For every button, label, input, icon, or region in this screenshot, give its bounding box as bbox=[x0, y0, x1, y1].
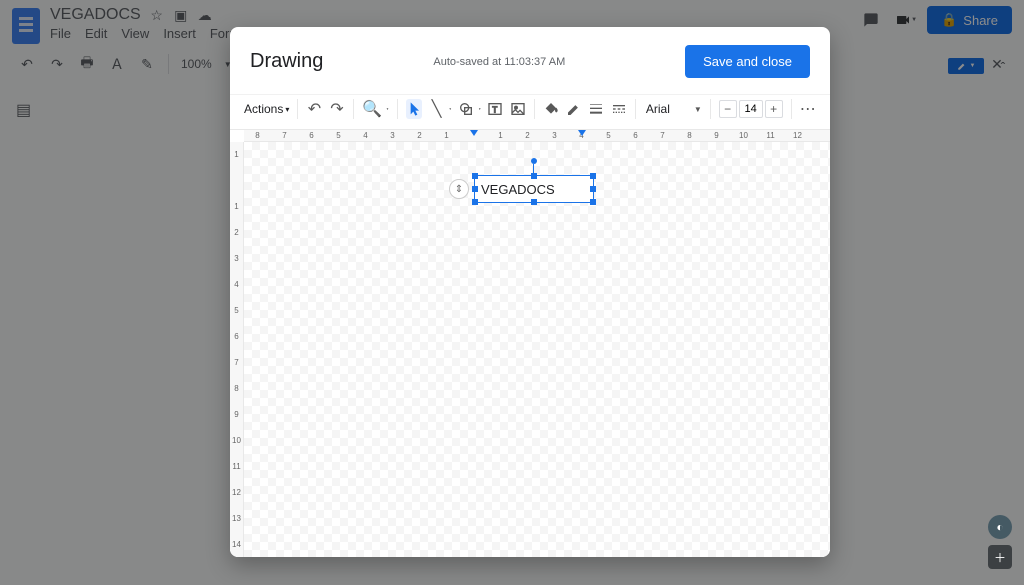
explore-icon[interactable]: ◐ bbox=[988, 515, 1012, 539]
resize-handle[interactable] bbox=[590, 186, 596, 192]
dialog-title: Drawing bbox=[250, 50, 323, 73]
select-tool[interactable] bbox=[406, 99, 423, 119]
resize-handle[interactable] bbox=[531, 199, 537, 205]
resize-handle[interactable] bbox=[472, 173, 478, 179]
indent-marker-right[interactable] bbox=[578, 130, 586, 136]
save-and-close-button[interactable]: Save and close bbox=[685, 45, 810, 78]
resize-handle[interactable] bbox=[531, 173, 537, 179]
svg-text:T: T bbox=[493, 105, 498, 114]
zoom-icon[interactable]: 🔍 bbox=[362, 99, 382, 119]
textbox-selected[interactable]: VEGADOCS ⇕ bbox=[474, 175, 594, 203]
redo-icon[interactable]: ↷ bbox=[329, 99, 346, 119]
horizontal-ruler: 87654321123456789101112 bbox=[244, 130, 830, 142]
font-size-decrease[interactable]: − bbox=[719, 100, 737, 118]
resize-handle[interactable] bbox=[472, 199, 478, 205]
vertical-ruler: 11234567891011121314 bbox=[230, 142, 244, 557]
font-select[interactable]: Arial bbox=[644, 102, 688, 116]
autosave-status: Auto-saved at 11:03:37 AM bbox=[433, 56, 565, 68]
resize-handle[interactable] bbox=[590, 199, 596, 205]
resize-handle[interactable] bbox=[590, 173, 596, 179]
fill-color-icon[interactable] bbox=[543, 99, 560, 119]
font-size-increase[interactable]: + bbox=[765, 100, 783, 118]
actions-menu[interactable]: Actions▾ bbox=[244, 102, 289, 116]
textbox-tool[interactable]: T bbox=[487, 99, 504, 119]
rotate-handle[interactable] bbox=[531, 158, 537, 164]
border-weight-icon[interactable] bbox=[588, 99, 605, 119]
move-handle-icon[interactable]: ⇕ bbox=[449, 179, 469, 199]
line-tool[interactable]: ╲ bbox=[428, 99, 445, 119]
drawing-dialog: Drawing Auto-saved at 11:03:37 AM Save a… bbox=[230, 27, 830, 557]
resize-handle[interactable] bbox=[472, 186, 478, 192]
drawing-canvas[interactable]: VEGADOCS ⇕ bbox=[244, 142, 830, 557]
border-color-icon[interactable] bbox=[566, 99, 583, 119]
image-tool[interactable] bbox=[510, 99, 527, 119]
textbox-text[interactable]: VEGADOCS bbox=[481, 182, 555, 197]
indent-marker-left[interactable] bbox=[470, 130, 478, 136]
shape-tool[interactable] bbox=[458, 99, 475, 119]
more-icon[interactable]: ⋯ bbox=[799, 99, 816, 119]
feedback-icon[interactable]: ＋ bbox=[988, 545, 1012, 569]
undo-icon[interactable]: ↶ bbox=[306, 99, 323, 119]
font-size-input[interactable]: 14 bbox=[739, 100, 763, 118]
border-dash-icon[interactable] bbox=[611, 99, 628, 119]
